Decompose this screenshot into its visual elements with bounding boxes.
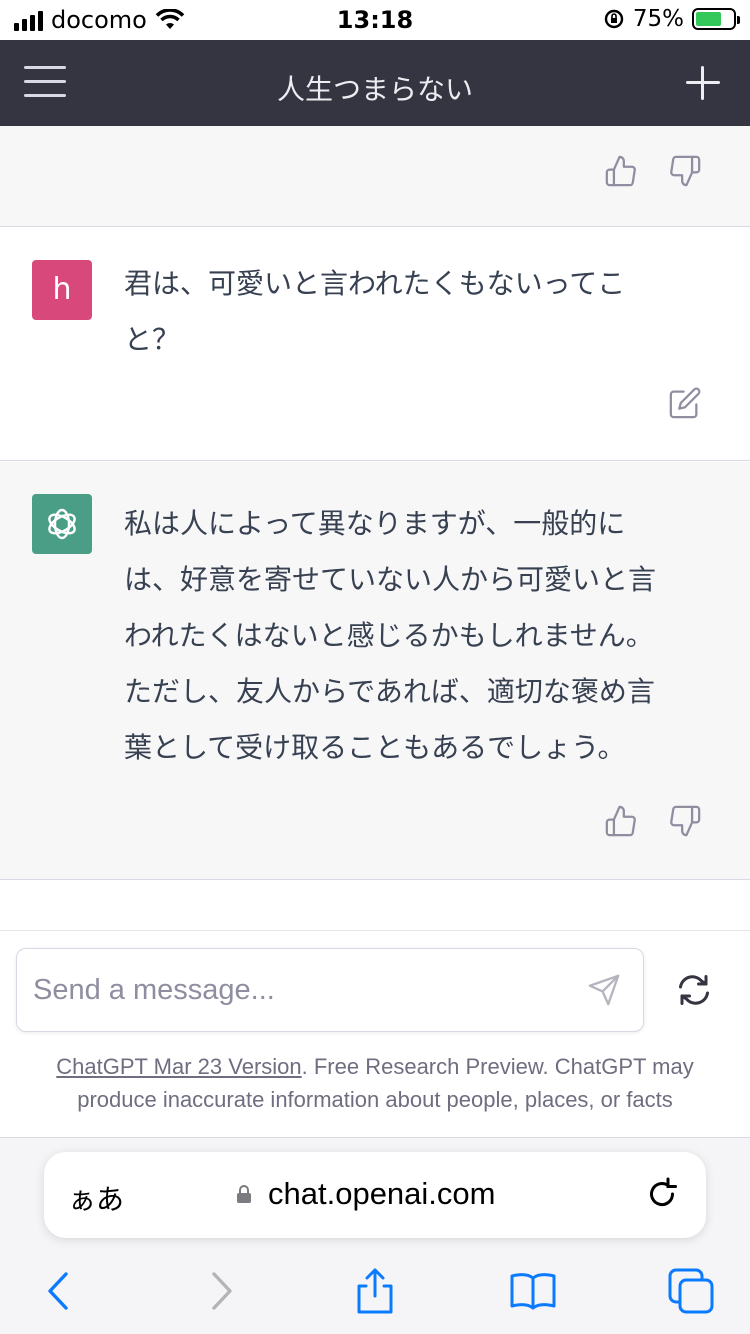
thumbs-down-icon[interactable] [668, 804, 702, 838]
openai-logo-icon [32, 494, 92, 554]
message-line: 君は、可愛いと言われたくもないってこ [124, 267, 626, 300]
assistant-message: 私は人によって異なりますが、一般的に は、好意を寄せていない人から可愛いと言 わ… [0, 462, 750, 880]
thumbs-up-icon[interactable] [604, 804, 638, 838]
page-settings-button[interactable]: ぁあ [68, 1178, 124, 1218]
thumbs-up-icon[interactable] [604, 154, 638, 188]
plus-icon[interactable] [686, 66, 720, 100]
chat-header: 人生つまらない [0, 40, 750, 126]
edit-icon[interactable] [668, 386, 702, 420]
message-line: 私は人によって異なりますが、一般的に [124, 507, 626, 540]
chat-bottom-spacer [0, 881, 750, 931]
disclaimer-text: . Free Research Preview. ChatGPT may [301, 1054, 694, 1079]
send-icon[interactable] [587, 973, 621, 1007]
message-line: と？ [124, 323, 181, 356]
message-line: われたくはないと感じるかもしれません。 [124, 619, 654, 652]
battery-charging-icon [692, 8, 740, 30]
assistant-message-text: 私は人によって異なりますが、一般的に は、好意を寄せていない人から可愛いと言 わ… [124, 496, 704, 776]
conversation-title: 人生つまらない [276, 73, 473, 106]
message-input[interactable] [33, 967, 573, 1013]
version-link[interactable]: ChatGPT Mar 23 Version [56, 1054, 301, 1079]
disclaimer-text-2: produce inaccurate information about peo… [77, 1087, 673, 1112]
lock-icon [237, 1185, 251, 1203]
back-icon[interactable] [34, 1266, 84, 1316]
address-bar[interactable]: ぁあ chat.openai.com [44, 1152, 706, 1238]
message-line: 葉として受け取ることもあるでしょう。 [124, 731, 626, 764]
user-avatar: h [32, 260, 92, 320]
message-box [16, 948, 644, 1032]
disclaimer: ChatGPT Mar 23 Version. Free Research Pr… [20, 1050, 730, 1116]
orientation-lock-icon [604, 9, 624, 29]
battery-percent: 75% [632, 6, 684, 32]
regenerate-icon[interactable] [676, 972, 712, 1008]
message-line: ただし、友人からであれば、適切な褒め言 [124, 675, 655, 708]
forward-icon[interactable] [196, 1266, 246, 1316]
share-icon[interactable] [350, 1266, 400, 1316]
tabs-icon[interactable] [666, 1266, 716, 1316]
browser-chrome: ぁあ chat.openai.com [0, 1138, 750, 1334]
reload-icon[interactable] [644, 1176, 680, 1212]
bookmarks-icon[interactable] [508, 1266, 558, 1316]
thumbs-down-icon[interactable] [668, 154, 702, 188]
status-bar: docomo 13:18 75% [0, 0, 750, 40]
previous-message-footer [0, 126, 750, 227]
composer-area: ChatGPT Mar 23 Version. Free Research Pr… [0, 932, 750, 1138]
user-message: h 君は、可愛いと言われたくもないってこ と？ [0, 228, 750, 461]
message-line: は、好意を寄せていない人から可愛いと言 [124, 563, 657, 596]
url-text: chat.openai.com [268, 1176, 496, 1211]
user-message-text: 君は、可愛いと言われたくもないってこ と？ [124, 256, 704, 368]
